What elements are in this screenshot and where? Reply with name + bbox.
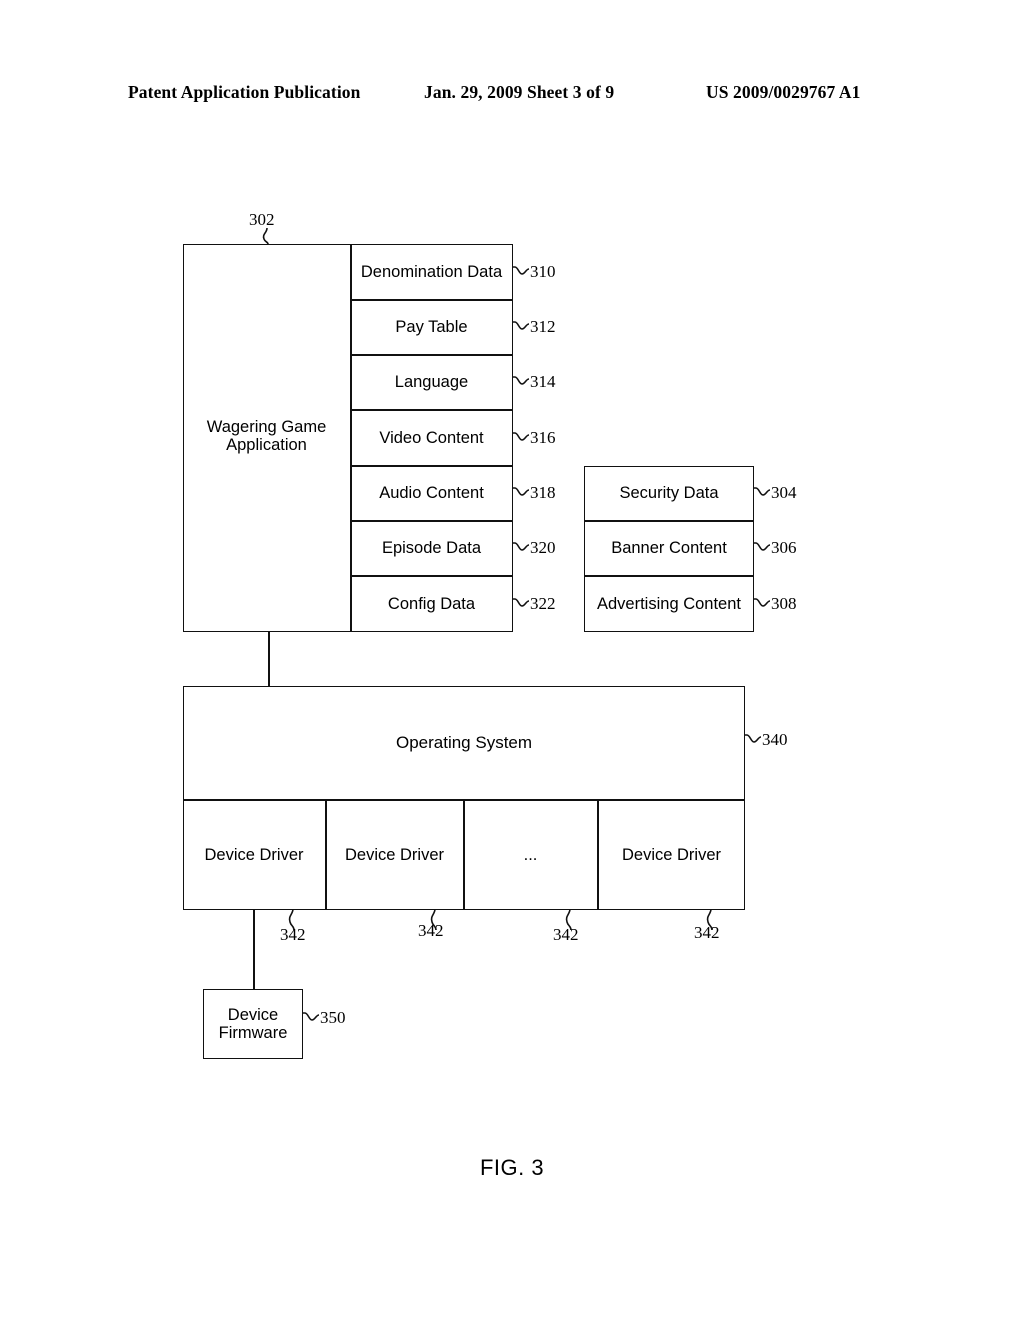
device-driver-cell-2: Device Driver [344,845,445,864]
ref-leader-340-icon [744,734,762,743]
component-security-data: Security Data [619,484,719,503]
component-video-content: Video Content [379,428,484,447]
ref-leader-320-icon [512,542,530,551]
component-pay-table: Pay Table [395,318,468,337]
ref-leader-308-icon [753,598,771,607]
component-banner-content: Banner Content [611,539,727,558]
operating-system-label: Operating System [395,733,533,753]
ref-leader-314-icon [512,376,530,385]
ref-leader-306-icon [753,542,771,551]
component-advertising-content: Advertising Content [597,594,741,613]
ref-leader-322-icon [512,598,530,607]
component-language: Language [394,373,469,392]
ref-label-316: 316 [530,428,556,447]
ref-label-312: 312 [530,317,556,336]
component-episode-data: Episode Data [381,539,482,558]
ref-leader-316-icon [512,432,530,441]
component-audio-content: Audio Content [379,484,484,503]
ref-label-342-1: 342 [280,925,306,944]
ref-label-342-2: 342 [418,921,444,940]
component-config-data: Config Data [387,594,476,613]
ref-label-322: 322 [530,594,556,613]
device-driver-cell-ellipsis: ... [523,845,538,864]
ref-leader-304-icon [753,487,771,496]
device-firmware-label: Device Firmware [218,1005,288,1042]
ref-leader-318-icon [512,487,530,496]
ref-label-302: 302 [249,210,275,229]
component-denomination-data: Denomination Data [360,262,503,281]
wagering-game-application-label: Wagering Game Application [206,417,327,454]
ref-label-308: 308 [771,594,797,613]
ref-label-310: 310 [530,262,556,281]
patent-figure-3: 302 Wagering Game Application Denominati… [0,0,1024,1320]
ref-label-340: 340 [762,730,788,749]
ref-label-342-3: 342 [553,925,579,944]
device-driver-cell-1: Device Driver [204,845,304,864]
ref-leader-310-icon [512,266,530,275]
ref-label-342-4: 342 [694,923,720,942]
ref-label-320: 320 [530,538,556,557]
ref-leader-312-icon [512,321,530,330]
ref-label-318: 318 [530,483,556,502]
ref-leader-350-icon [302,1012,320,1021]
device-driver-cell-4: Device Driver [621,845,722,864]
ref-label-350: 350 [320,1008,346,1027]
ref-label-304: 304 [771,483,797,502]
connector-app-to-os [268,632,270,686]
ref-label-314: 314 [530,372,556,391]
connector-driver-to-firmware [253,910,255,989]
ref-label-306: 306 [771,538,797,557]
figure-caption: FIG. 3 [479,1155,545,1180]
